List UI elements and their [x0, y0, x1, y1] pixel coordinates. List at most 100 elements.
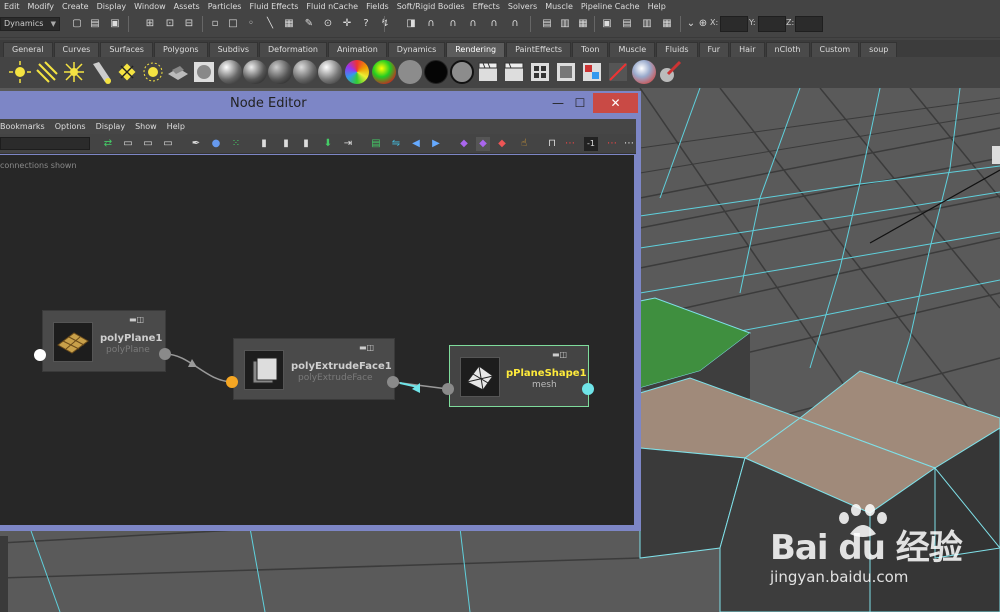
menu-assets[interactable]: Assets — [170, 0, 204, 13]
polyextrudeface-input-port[interactable] — [226, 376, 238, 388]
pplaneshape-input-port[interactable] — [442, 383, 454, 395]
value-field[interactable]: -1 — [584, 137, 598, 151]
simple-mode-icon[interactable]: ▮ — [257, 137, 271, 151]
attribute-editor-icon[interactable]: ▥ — [640, 17, 654, 31]
channel-box-icon[interactable]: ▦ — [660, 17, 674, 31]
menu-help[interactable]: Help — [163, 119, 191, 134]
shading-map-icon[interactable] — [450, 60, 474, 84]
tab-general[interactable]: General — [3, 42, 53, 57]
menu-help[interactable]: Help — [644, 0, 670, 13]
menu-options[interactable]: Options — [51, 119, 92, 134]
grid-snap-icon[interactable]: ⊓ — [545, 137, 559, 151]
render-view-icon[interactable]: ▤ — [620, 17, 634, 31]
magnet-point-icon[interactable]: ∩ — [466, 17, 480, 31]
tab-hair[interactable]: Hair — [730, 42, 765, 57]
pin-node-icon[interactable]: ⬇ — [321, 137, 335, 151]
render-settings-clapper-icon[interactable] — [476, 60, 500, 84]
menu-pipeline-cache[interactable]: Pipeline Cache — [577, 0, 644, 13]
hypershade-window-icon[interactable] — [580, 60, 604, 84]
tab-soup[interactable]: soup — [860, 42, 898, 57]
dim-icon[interactable]: ⋯ — [605, 137, 619, 151]
menu-window[interactable]: Window — [130, 0, 170, 13]
polyextrudeface-output-port[interactable] — [387, 376, 399, 388]
node-graph-canvas[interactable]: connections shown ▬◫ polyPlane1 polyPlan… — [0, 155, 634, 525]
remove-selected-icon[interactable]: ▭ — [141, 137, 155, 151]
snap-view-icon[interactable]: ╲ — [263, 17, 277, 31]
node-editor-titlebar[interactable]: Node Editor — ☐ ✕ — [0, 91, 641, 119]
swatch-active-icon[interactable]: ◆ — [476, 137, 490, 151]
menu-solvers[interactable]: Solvers — [504, 0, 541, 13]
hypershade-icon[interactable]: ▣ — [600, 17, 614, 31]
tab-toon[interactable]: Toon — [572, 42, 609, 57]
tab-deformation[interactable]: Deformation — [259, 42, 327, 57]
menu-particles[interactable]: Particles — [204, 0, 246, 13]
node-polyextrudeface[interactable]: ▬◫ polyExtrudeFace1 polyExtrudeFace — [233, 338, 395, 400]
graph-io-icon[interactable]: ⇄ — [101, 137, 115, 151]
connection-icon[interactable]: ⇋ — [389, 137, 403, 151]
connected-mode-icon[interactable]: ▮ — [279, 137, 293, 151]
minimize-button[interactable]: — — [548, 93, 568, 113]
render-layers-icon[interactable] — [528, 60, 552, 84]
tab-ncloth[interactable]: nCloth — [765, 42, 810, 57]
magnet-surface-icon[interactable]: ∩ — [508, 17, 522, 31]
menu-show[interactable]: Show — [131, 119, 163, 134]
grid-toggle-icon[interactable]: ⋯ — [563, 137, 577, 151]
tab-muscle[interactable]: Muscle — [609, 42, 656, 57]
polyplane-input-port[interactable] — [34, 349, 46, 361]
y-coordinate-field[interactable] — [758, 16, 786, 32]
construct-history-icon[interactable]: ✎ — [302, 17, 316, 31]
snap-curve-icon[interactable]: □ — [226, 17, 240, 31]
swatch-red-icon[interactable]: ◆ — [495, 137, 509, 151]
render-current-icon[interactable]: ▤ — [540, 17, 554, 31]
arrow-left-icon[interactable]: ◀ — [409, 137, 423, 151]
magnet-view-icon[interactable]: ∩ — [487, 17, 501, 31]
menu-modify[interactable]: Modify — [24, 0, 59, 13]
graph-attr-icon[interactable]: ⇥ — [341, 137, 355, 151]
menu-fields[interactable]: Fields — [362, 0, 393, 13]
z-coordinate-field[interactable] — [795, 16, 823, 32]
select-hierarchy-icon[interactable]: ⊞ — [143, 17, 157, 31]
tab-subdivs[interactable]: Subdivs — [208, 42, 259, 57]
pin-icon[interactable]: ✒ — [189, 137, 203, 151]
tab-curves[interactable]: Curves — [53, 42, 100, 57]
layout-icon[interactable]: ⁙ — [229, 137, 243, 151]
tab-surfaces[interactable]: Surfaces — [100, 42, 153, 57]
snap-grid-icon[interactable]: ▫ — [208, 17, 222, 31]
snap-point-icon[interactable]: ◦ — [244, 17, 258, 31]
frame-all-icon[interactable]: ● — [209, 137, 223, 151]
select-component-icon[interactable]: ⊟ — [182, 17, 196, 31]
magnet-curve-icon[interactable]: ∩ — [446, 17, 460, 31]
x-coordinate-field[interactable] — [720, 16, 748, 32]
tab-animation[interactable]: Animation — [327, 42, 387, 57]
area-light-icon[interactable] — [115, 60, 139, 84]
magnet-icon[interactable]: ∩ — [424, 17, 438, 31]
menu-fluid-effects[interactable]: Fluid Effects — [245, 0, 302, 13]
tab-rendering[interactable]: Rendering — [446, 42, 506, 57]
arrow-right-icon[interactable]: ▶ — [429, 137, 443, 151]
snap-surface-icon[interactable]: ▦ — [282, 17, 296, 31]
add-selected-icon[interactable]: ▭ — [121, 137, 135, 151]
polyplane-output-port[interactable] — [159, 348, 171, 360]
use-background-icon[interactable] — [424, 60, 448, 84]
surface-shader-icon[interactable] — [398, 60, 422, 84]
maximize-button[interactable]: ☐ — [570, 93, 590, 113]
spot-light-icon[interactable] — [89, 60, 113, 84]
volume-light-icon[interactable] — [141, 60, 165, 84]
phonge-material-icon[interactable] — [293, 60, 317, 84]
node-controls-icon[interactable]: ▬◫ — [359, 343, 387, 353]
pivot-icon[interactable]: ✛ — [340, 17, 354, 31]
transform-input-icon[interactable]: ⊕ — [696, 17, 710, 31]
close-button[interactable]: ✕ — [593, 93, 638, 113]
ambient-light-icon[interactable] — [8, 60, 32, 84]
node-polyplane[interactable]: ▬◫ polyPlane1 polyPlane — [42, 310, 166, 372]
menu-fluid-ncache[interactable]: Fluid nCache — [302, 0, 362, 13]
render-frame-icon[interactable]: ◨ — [404, 17, 418, 31]
menu-create[interactable]: Create — [58, 0, 93, 13]
menu-effects[interactable]: Effects — [469, 0, 504, 13]
help-icon[interactable]: ? — [359, 17, 373, 31]
phong-material-icon[interactable] — [268, 60, 292, 84]
open-scene-icon[interactable]: ▤ — [88, 17, 102, 31]
lambert-material-icon[interactable] — [218, 60, 242, 84]
view-cube-icon[interactable] — [992, 146, 1000, 164]
anisotropic-material-icon[interactable] — [318, 60, 342, 84]
